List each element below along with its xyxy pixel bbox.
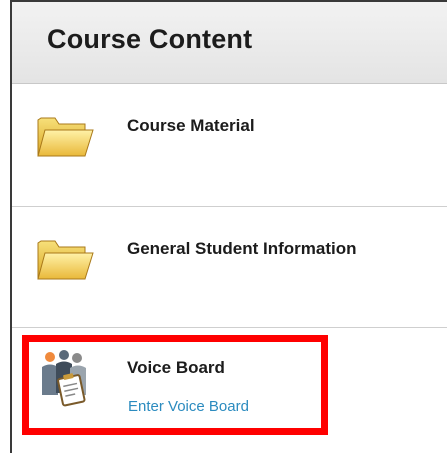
folder-icon bbox=[37, 240, 94, 280]
enter-voice-board-link[interactable]: Enter Voice Board bbox=[128, 398, 249, 415]
content-item-voice-board: Voice Board Enter Voice Board bbox=[12, 328, 447, 453]
voice-board-icon bbox=[42, 350, 86, 407]
item-title-general-student-information[interactable]: General Student Information bbox=[127, 239, 357, 259]
content-item-general-student-information: General Student Information bbox=[12, 207, 447, 328]
item-title-voice-board[interactable]: Voice Board bbox=[127, 358, 225, 378]
item-title-course-material[interactable]: Course Material bbox=[127, 116, 255, 136]
page-title: Course Content bbox=[47, 24, 253, 54]
course-content-header: Course Content bbox=[12, 2, 447, 84]
content-item-course-material: Course Material bbox=[12, 84, 447, 207]
course-content-panel: Course Content Course Material General S… bbox=[10, 0, 447, 453]
folder-icon bbox=[37, 117, 94, 157]
